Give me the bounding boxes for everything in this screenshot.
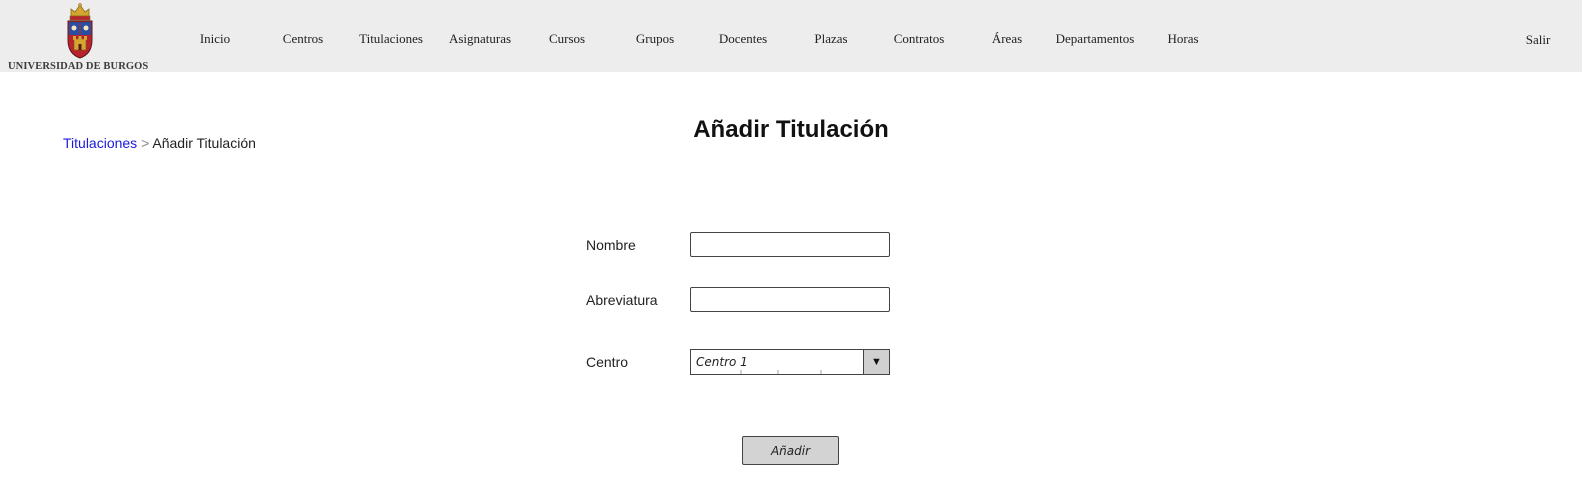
nav-item-inicio[interactable]: Inicio [200,31,230,47]
name-label: Nombre [586,237,636,253]
logout-link[interactable]: Salir [1526,32,1551,48]
nav-item-departamentos[interactable]: Departamentos [1056,31,1135,47]
triangle-down-icon[interactable]: ▼ [863,350,889,374]
nav-item-docentes[interactable]: Docentes [719,31,767,47]
breadcrumb-link-titulaciones[interactable]: Titulaciones [63,135,137,151]
nav-item-cursos[interactable]: Cursos [549,31,585,47]
name-input[interactable] [690,232,890,257]
abbreviation-label: Abreviatura [586,292,658,308]
nav-item-asignaturas[interactable]: Asignaturas [449,31,511,47]
breadcrumb: Titulaciones > Añadir Titulación [63,135,256,151]
page-title: Añadir Titulación [693,116,889,143]
center-label: Centro [586,354,629,370]
add-button[interactable]: Añadir [742,436,839,465]
center-select-value: Centro 1 [696,355,748,369]
nav-item-areas[interactable]: Áreas [992,31,1022,47]
breadcrumb-separator: > [141,135,150,151]
breadcrumb-current: Añadir Titulación [152,135,256,151]
nav-item-titulaciones[interactable]: Titulaciones [359,31,423,47]
select-underline-ticks [740,370,822,374]
abbreviation-input[interactable] [690,287,890,312]
nav-item-centros[interactable]: Centros [283,31,323,47]
university-name: UNIVERSIDAD DE BURGOS [8,61,149,72]
top-navigation-bar: UNIVERSIDAD DE BURGOS Inicio Centros Tit… [0,0,1582,72]
nav-item-contratos[interactable]: Contratos [894,31,945,47]
university-logo[interactable]: UNIVERSIDAD DE BURGOS [8,2,153,72]
center-select[interactable]: Centro 1 ▼ [690,349,890,375]
nav-item-plazas[interactable]: Plazas [814,31,847,47]
nav-item-horas[interactable]: Horas [1167,31,1198,47]
coat-of-arms-icon [67,3,93,59]
nav-item-grupos[interactable]: Grupos [636,31,674,47]
